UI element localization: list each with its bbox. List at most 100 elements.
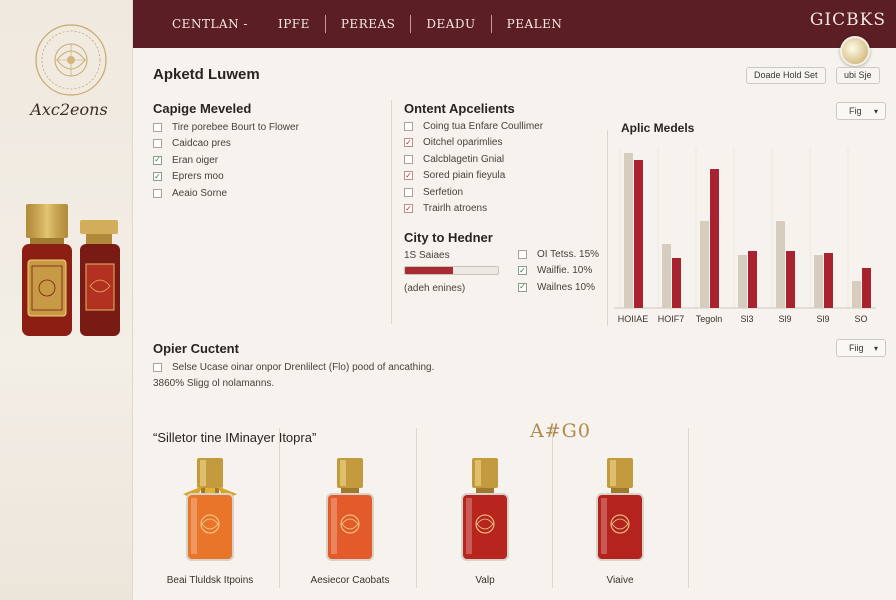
chart-bar[interactable] [710,169,719,308]
checkbox-checked[interactable]: ✓ [518,266,527,276]
checkbox[interactable] [153,188,162,198]
nav-item-4[interactable]: DEADU [411,17,490,31]
checkbox-checked[interactable]: ✓ [153,172,162,182]
perfume-bottle-icon [326,458,374,561]
product-divider [416,428,417,588]
perfume-bottles-icon [22,204,120,336]
ontent-item-label: Sored piain fieyula [423,170,506,182]
ontent-item[interactable]: Coing tua Enfare Coullimer [404,118,543,135]
chart-bar[interactable] [662,244,671,308]
checkbox[interactable] [153,122,162,132]
capige-item[interactable]: ✓ Eprers moo [153,169,299,186]
city-item-label: OI Tetss. 15% [537,248,600,260]
page-title: Apketd Luwem [153,66,260,83]
chart-bar[interactable] [624,153,633,308]
ontent-item-label: Calcblagetin Gnial [423,153,505,165]
chart-bar[interactable] [852,281,861,308]
ontent-item[interactable]: Calcblagetin Gnial [404,151,543,168]
city-item[interactable]: OI Tetss. 15% [518,246,599,263]
city-item[interactable]: ✓ Wailnes 10% [518,279,599,296]
ontent-item[interactable]: ✓ Trairlh atroens [404,201,543,218]
capige-item[interactable]: Aeaio Sorne [153,185,299,202]
chart-title: Aplic Medels [621,121,695,135]
chart-bar[interactable] [738,255,747,308]
checkbox[interactable] [153,362,162,372]
capige-checklist: Tire porebee Bourt to Flower Caidcao pre… [153,119,299,202]
main-nav: CENTLAN - IPFE PEREAS DEADU PEALEN [157,0,577,48]
bar-chart: HOIIAE HOIF7 Tegoln Sl3 Sl9 Sl9 SO [614,148,876,324]
checkbox-checked[interactable]: ✓ [153,155,162,165]
chart-tick-label: HOIIAE [618,314,649,324]
opier-section-title: Opier Cuctent [153,341,239,356]
product-divider [688,428,689,588]
secondary-action-button[interactable]: ubi Sje [836,67,880,84]
nav-item-2[interactable]: IPFE [263,17,325,31]
chart-bar[interactable] [700,221,709,308]
checkbox[interactable] [518,249,527,259]
checkbox-checked[interactable]: ✓ [518,282,527,292]
opier-notes: Selse Ucase oinar onpor Drenlilect (Flo)… [153,359,434,392]
product-divider [279,428,280,588]
product-card[interactable]: Viaive [560,450,680,590]
chevron-down-icon: ▾ [873,107,878,116]
chart-tick-label: Sl9 [778,314,791,324]
opier-note-text: 3860% Sligg ol nolamanns. [153,378,275,390]
user-avatar-icon[interactable] [840,36,870,66]
ontent-item-label: Coing tua Enfare Coullimer [423,120,544,132]
city-checklist: OI Tetss. 15% ✓ Wailfie. 10% ✓ Wailnes 10% [518,246,599,296]
product-label: Beai Tluldsk Itpoins [166,575,254,586]
checkbox[interactable] [404,154,413,164]
nav-item-3[interactable]: PEREAS [326,17,411,31]
chart-bar[interactable] [776,221,785,308]
nav-item-5[interactable]: PEALEN [492,17,578,31]
script-logo: A#G0 [530,420,591,442]
chart-tick-label: Tegoln [696,314,723,324]
chart-bar[interactable] [634,160,643,308]
ontent-checklist: Coing tua Enfare Coullimer ✓ Oitchel opar… [404,118,543,217]
capige-item[interactable]: Caidcao pres [153,136,299,153]
city-item[interactable]: ✓ Wailfie. 10% [518,263,599,280]
bottom-filter-select[interactable]: Fiig ▾ [836,339,886,357]
chart-bar[interactable] [672,258,681,308]
brand-name: Axc2eons [30,100,108,119]
emblem-seal-icon [35,24,107,96]
checkbox-checked[interactable]: ✓ [404,204,413,214]
city-item-label: Wailnes 10% [537,281,595,293]
checkbox[interactable] [404,121,413,131]
ontent-item[interactable]: ✓ Sored piain fieyula [404,168,543,185]
chart-bar[interactable] [862,268,871,308]
chart-bar[interactable] [786,251,795,308]
product-label: Valp [475,575,495,586]
product-card[interactable]: Beai Tluldsk Itpoins [150,450,270,590]
checkbox[interactable] [404,187,413,197]
capige-item[interactable]: ✓ Eran oiger [153,152,299,169]
top-navigation-bar: CENTLAN - IPFE PEREAS DEADU PEALEN GICBK… [133,0,896,48]
ontent-item[interactable]: Serfetion [404,184,543,201]
product-card[interactable]: Valp [425,450,545,590]
perfume-bottle-icon [461,458,509,561]
series-label: 1S Saiaes [404,250,450,261]
chart-bar[interactable] [748,251,757,308]
opier-note: 3860% Sligg ol nolamanns. [153,376,434,393]
capige-item[interactable]: Tire porebee Bourt to Flower [153,119,299,136]
nav-item-1[interactable]: CENTLAN - [157,17,263,31]
capige-item-label: Eran oiger [172,154,219,166]
chart-tick-label: Sl3 [740,314,753,324]
checkbox[interactable] [153,139,162,149]
checkbox-checked[interactable]: ✓ [404,171,413,181]
product-card[interactable]: Aesiecor Caobats [290,450,410,590]
chart-filter-select[interactable]: Fig ▾ [836,102,886,120]
checkbox-checked[interactable]: ✓ [404,138,413,148]
ontent-item[interactable]: ✓ Oitchel oparimlies [404,135,543,152]
header-logo[interactable]: GICBKS [810,10,886,30]
chart-bar[interactable] [814,255,823,308]
chart-tick-label: Sl9 [816,314,829,324]
chart-tick-label: SO [854,314,867,324]
primary-action-button[interactable]: Doade Hold Set [746,67,826,84]
chart-bar[interactable] [824,253,833,308]
opier-note[interactable]: Selse Ucase oinar onpor Drenlilect (Flo)… [153,359,434,376]
perfume-bottle-icon [596,458,644,561]
chart-tick-label: HOIF7 [658,314,685,324]
column-divider [607,130,608,326]
capige-item-label: Tire porebee Bourt to Flower [172,121,299,133]
